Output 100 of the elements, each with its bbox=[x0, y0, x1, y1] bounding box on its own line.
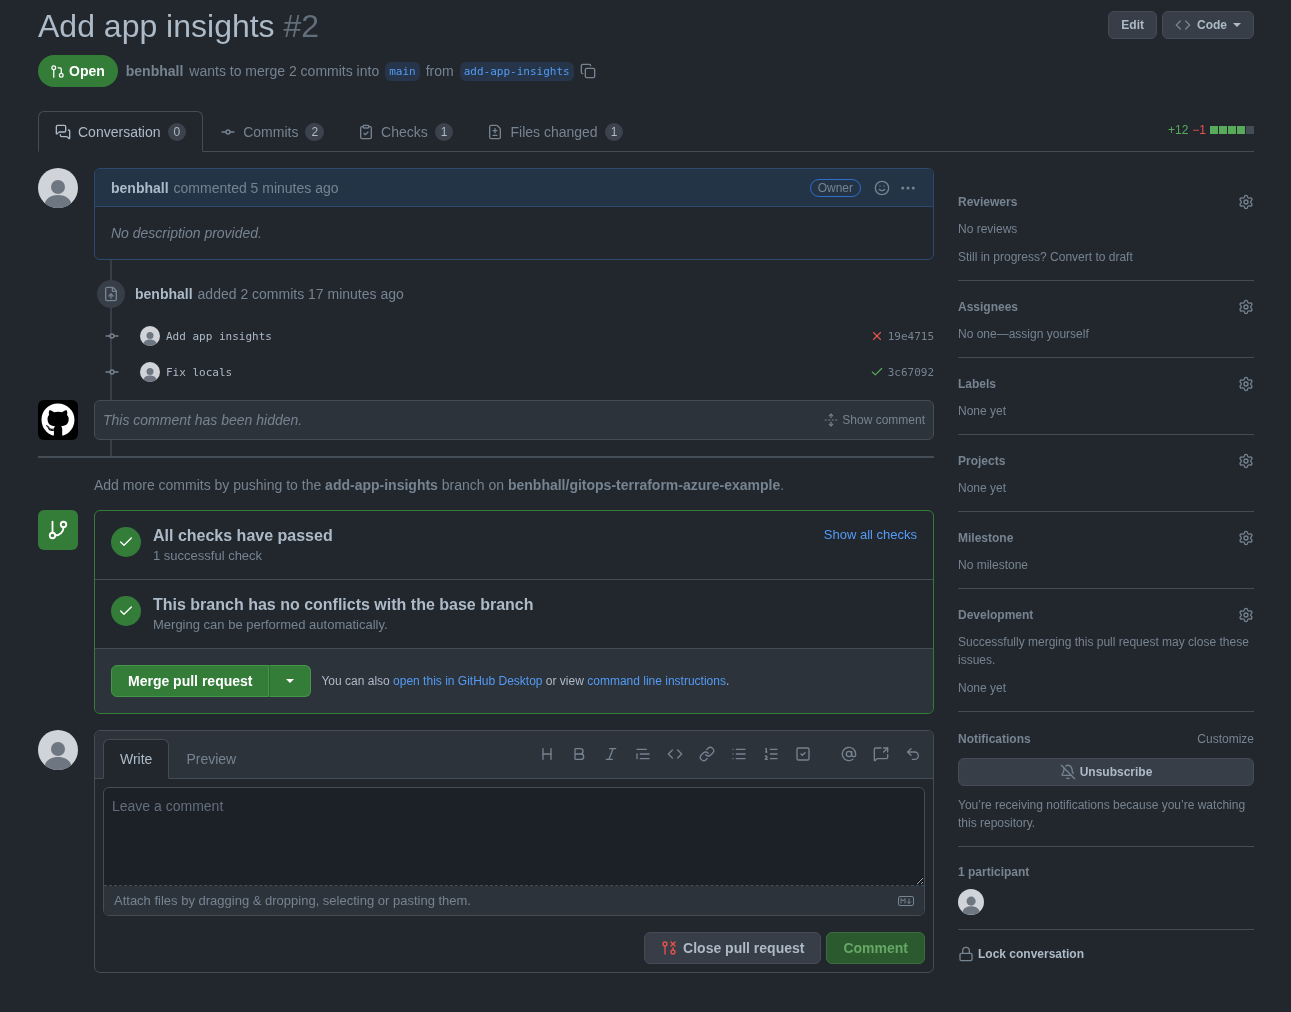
sidebar-text: None yet bbox=[958, 480, 1008, 497]
reply-icon[interactable] bbox=[905, 746, 921, 762]
branch-label[interactable]: main bbox=[385, 61, 420, 81]
show-comment-button[interactable]: Show comment bbox=[824, 413, 925, 427]
settings-icon[interactable] bbox=[1238, 453, 1254, 469]
link-icon[interactable] bbox=[699, 746, 715, 762]
sidebar-heading[interactable]: Labels bbox=[958, 377, 996, 391]
reference-icon[interactable] bbox=[873, 746, 889, 762]
commit-message-link[interactable]: Fix locals bbox=[166, 365, 233, 379]
deletions-count: −1 bbox=[1192, 123, 1206, 137]
unfold-icon bbox=[824, 413, 839, 427]
cli-instructions-link[interactable]: command line instructions bbox=[587, 674, 726, 688]
check-subtitle: 1 successful check bbox=[153, 548, 264, 563]
tab[interactable]: Conversation 0 bbox=[38, 111, 204, 152]
logo-avatar[interactable] bbox=[38, 400, 78, 440]
push-hint-text: Add more commits by pushing to the add-app-insights branch on benbhall/gitops-terraform-azure-example. bbox=[94, 477, 786, 493]
commit-sha-link[interactable]: 19e4715 bbox=[887, 329, 934, 343]
task-list-icon[interactable] bbox=[795, 746, 811, 762]
show-checks-link[interactable]: Show all checks bbox=[823, 527, 917, 542]
editor-tab[interactable]: Write bbox=[103, 739, 170, 779]
numbered-list-icon[interactable] bbox=[763, 746, 779, 762]
comment-time-text: commented 5 minutes ago bbox=[173, 179, 339, 196]
merge-summary-text: wants to merge 2 commits into bbox=[189, 63, 380, 79]
close-pr-button[interactable]: Close pull request bbox=[644, 932, 822, 964]
quote-icon[interactable] bbox=[635, 746, 651, 762]
smiley-icon[interactable] bbox=[874, 179, 890, 196]
tab[interactable]: Checks 1 bbox=[341, 111, 471, 152]
commit-sha-link[interactable]: 3c67092 bbox=[887, 365, 934, 379]
count-badge: 1 bbox=[604, 122, 624, 141]
settings-icon[interactable] bbox=[1238, 530, 1254, 546]
check-title: All checks have passed bbox=[153, 527, 333, 545]
edit-button[interactable]: Edit bbox=[1108, 11, 1157, 39]
attach-hint-text: Attach files by dragging & dropping, selecting or pasting them. bbox=[114, 893, 471, 908]
tab[interactable]: Commits 2 bbox=[203, 111, 342, 152]
clipboard-check-icon bbox=[358, 123, 375, 140]
sidebar-text: Successfully merging this pull request may close these issues. bbox=[958, 634, 1250, 669]
avatar[interactable] bbox=[958, 889, 984, 915]
tab[interactable]: Files changed 1 bbox=[470, 111, 641, 152]
avatar[interactable] bbox=[140, 362, 160, 382]
sidebar-text: Still in progress? Convert to draft bbox=[958, 249, 1134, 266]
sidebar-heading[interactable]: Projects bbox=[958, 454, 1006, 468]
sidebar-text: None yet bbox=[958, 680, 1008, 697]
octocat-logo-icon bbox=[41, 403, 75, 437]
sidebar-heading[interactable]: Development bbox=[958, 608, 1034, 622]
merge-hint-text: You can also open this in GitHub Desktop or view command line instructions. bbox=[321, 674, 730, 688]
branch-merge-icon bbox=[38, 510, 78, 550]
sidebar-heading[interactable]: Milestone bbox=[958, 531, 1014, 545]
desktop-link[interactable]: open this in GitHub Desktop bbox=[393, 674, 543, 688]
comment-button[interactable]: Comment bbox=[826, 932, 925, 964]
code-button[interactable]: Code bbox=[1162, 11, 1254, 39]
merge-options-button[interactable] bbox=[269, 665, 312, 697]
sidebar-text: None yet bbox=[958, 403, 1008, 420]
caret-icon bbox=[1233, 23, 1241, 27]
avatar[interactable] bbox=[38, 730, 78, 770]
settings-icon[interactable] bbox=[1238, 376, 1254, 392]
mention-icon[interactable] bbox=[841, 746, 857, 762]
sidebar-text: No one—assign yourself bbox=[958, 326, 1090, 343]
unsubscribe-button[interactable]: Unsubscribe bbox=[958, 758, 1254, 786]
lock-conversation-link[interactable]: Lock conversation bbox=[978, 947, 1085, 961]
author-link[interactable]: benbhall bbox=[135, 286, 193, 302]
merge-button[interactable]: Merge pull request bbox=[111, 665, 270, 697]
branch-label[interactable]: add-app-insights bbox=[459, 61, 574, 81]
markdown-icon bbox=[898, 895, 914, 906]
bold-icon[interactable] bbox=[571, 746, 587, 762]
sidebar-text: No milestone bbox=[958, 557, 1030, 574]
sidebar-heading[interactable]: Assignees bbox=[958, 300, 1019, 314]
check-title: This branch has no conflicts with the base branch bbox=[153, 596, 534, 614]
lock-icon bbox=[958, 946, 974, 962]
bullet-list-icon[interactable] bbox=[731, 746, 747, 762]
bell-off-icon bbox=[1059, 764, 1076, 780]
settings-icon[interactable] bbox=[1238, 194, 1254, 210]
commit-message-link[interactable]: Add app insights bbox=[166, 329, 272, 343]
avatar[interactable] bbox=[140, 326, 160, 346]
code-icon bbox=[1175, 17, 1191, 33]
customize-link[interactable]: Customize bbox=[1197, 730, 1254, 748]
count-badge: 0 bbox=[167, 122, 187, 141]
editor-tab[interactable]: Preview bbox=[169, 739, 254, 779]
sidebar-heading: 1 participant bbox=[958, 865, 1031, 879]
sidebar-heading[interactable]: Reviewers bbox=[958, 195, 1018, 209]
caret-icon bbox=[286, 679, 295, 683]
settings-icon[interactable] bbox=[1238, 607, 1254, 623]
heading-icon[interactable] bbox=[539, 746, 555, 762]
closed-pull-request-icon bbox=[661, 940, 678, 956]
code-icon[interactable] bbox=[667, 746, 683, 762]
hidden-comment-text: This comment has been hidden. bbox=[103, 412, 303, 428]
italic-icon[interactable] bbox=[603, 746, 619, 762]
sidebar-heading: Notifications bbox=[958, 732, 1031, 746]
sidebar-text: No reviews bbox=[958, 221, 1019, 238]
copy-icon[interactable] bbox=[579, 63, 596, 79]
author-link[interactable]: benbhall bbox=[125, 63, 184, 79]
comment-field[interactable]: Leave a comment Attach files by dragging & dropping, selecting or pasting them. bbox=[103, 787, 925, 916]
author-link[interactable]: benbhall bbox=[111, 179, 169, 196]
settings-icon[interactable] bbox=[1238, 299, 1254, 315]
count-badge: 2 bbox=[305, 122, 325, 141]
pull-request-title: Add app insights #2 bbox=[38, 8, 320, 44]
additions-count: +12 bbox=[1167, 123, 1189, 137]
file-diff-icon bbox=[487, 123, 504, 140]
event-text: added 2 commits 17 minutes ago bbox=[197, 286, 404, 302]
avatar[interactable] bbox=[38, 168, 78, 208]
count-badge: 1 bbox=[434, 122, 454, 141]
